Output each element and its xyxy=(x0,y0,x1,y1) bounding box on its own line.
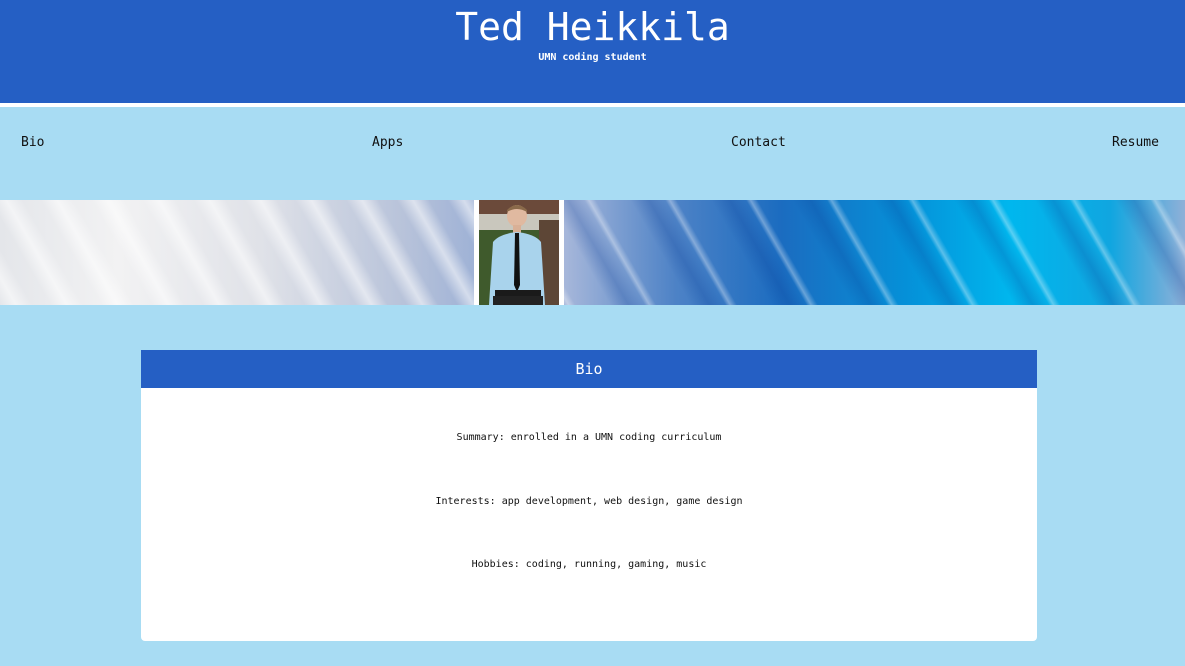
nav-link-contact[interactable]: Contact xyxy=(731,135,786,151)
bio-card: Bio Summary: enrolled in a UMN coding cu… xyxy=(141,350,1037,641)
bio-hobbies: Hobbies: coding, running, gaming, music xyxy=(471,559,707,570)
site-header: Ted Heikkila UMN coding student xyxy=(0,0,1185,103)
profile-photo xyxy=(479,200,559,305)
main-nav: Bio Apps Contact Resume xyxy=(0,107,1185,200)
page-subtitle: UMN coding student xyxy=(538,52,647,63)
banner-left-graphic xyxy=(0,200,474,305)
nav-link-apps[interactable]: Apps xyxy=(372,135,403,151)
nav-link-bio[interactable]: Bio xyxy=(21,135,44,151)
profile-photo-frame xyxy=(474,200,564,305)
bio-summary: Summary: enrolled in a UMN coding curric… xyxy=(456,432,722,443)
nav-link-resume[interactable]: Resume xyxy=(1112,135,1159,151)
banner-right-graphic xyxy=(564,200,1185,305)
hero-banner xyxy=(0,200,1185,305)
bio-interests: Interests: app development, web design, … xyxy=(435,496,743,507)
page-title: Ted Heikkila xyxy=(455,5,730,49)
bio-card-title: Bio xyxy=(141,350,1037,388)
